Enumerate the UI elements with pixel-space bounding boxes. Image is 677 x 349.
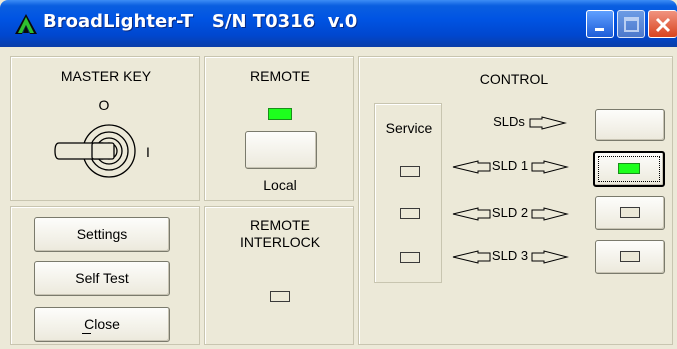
key-position-off-label: O — [98, 97, 110, 113]
sld3-label: SLD 3 — [491, 248, 529, 263]
sld2-label: SLD 2 — [491, 205, 529, 220]
self-test-button-label: Self Test — [75, 270, 129, 286]
remote-toggle-button[interactable] — [245, 131, 317, 169]
service-led-sld3 — [400, 252, 420, 263]
window-title: BroadLighter-T S/N T0316 v.0 — [43, 11, 358, 32]
master-key-group: MASTER KEY O I — [10, 56, 200, 201]
self-test-button[interactable]: Self Test — [34, 261, 170, 296]
remote-status-led — [268, 108, 292, 120]
right-arrow-icon — [531, 250, 569, 264]
remote-interlock-group: REMOTE INTERLOCK — [204, 206, 354, 345]
sld1-led — [618, 163, 640, 174]
settings-button[interactable]: Settings — [34, 217, 170, 252]
remote-group: REMOTE Local — [204, 56, 354, 201]
close-window-button[interactable] — [648, 10, 677, 38]
minimize-button[interactable] — [586, 10, 614, 38]
key-switch-icon[interactable] — [51, 119, 141, 179]
right-arrow-icon — [529, 116, 567, 130]
sld3-button[interactable] — [595, 240, 665, 274]
close-mnemonic-underline — [82, 333, 91, 334]
close-icon — [655, 17, 671, 33]
left-arrow-icon — [452, 160, 491, 174]
left-arrow-icon — [452, 250, 491, 264]
slds-label: SLDs — [493, 114, 525, 129]
remote-title: REMOTE — [250, 68, 310, 84]
control-group: CONTROL Service SLDs SLD 1 SLD 2 SLD 3 — [358, 56, 673, 345]
settings-button-label: Settings — [76, 226, 128, 242]
sld3-led — [620, 251, 640, 262]
service-led-sld2 — [400, 208, 420, 219]
minimize-icon — [595, 28, 604, 31]
control-title: CONTROL — [479, 71, 549, 87]
sld2-button[interactable] — [595, 196, 665, 230]
remote-interlock-title-line1: REMOTE — [250, 217, 310, 233]
service-led-sld1 — [400, 166, 420, 177]
right-arrow-icon — [531, 160, 569, 174]
sld1-label: SLD 1 — [491, 158, 529, 173]
key-position-on-label: I — [146, 144, 150, 160]
app-window: BroadLighter-T S/N T0316 v.0 MASTER KEY … — [0, 0, 677, 349]
close-button[interactable]: Close — [34, 307, 170, 342]
close-button-label: Close — [84, 316, 120, 332]
title-bar[interactable]: BroadLighter-T S/N T0316 v.0 — [0, 0, 677, 47]
master-key-title: MASTER KEY — [60, 68, 152, 84]
slds-button[interactable] — [595, 109, 665, 141]
service-label: Service — [385, 120, 433, 136]
maximize-button[interactable] — [617, 10, 645, 38]
service-box: Service — [374, 103, 442, 283]
actions-group: Settings Self Test Close — [10, 206, 200, 345]
right-arrow-icon — [531, 207, 569, 221]
sld1-button[interactable] — [593, 151, 665, 187]
left-arrow-icon — [452, 207, 491, 221]
remote-interlock-title-line2: INTERLOCK — [239, 234, 321, 250]
remote-interlock-led — [270, 291, 290, 302]
remote-local-label: Local — [263, 177, 297, 193]
maximize-icon — [624, 17, 639, 32]
app-logo-icon — [15, 14, 37, 34]
sld2-led — [620, 207, 640, 218]
